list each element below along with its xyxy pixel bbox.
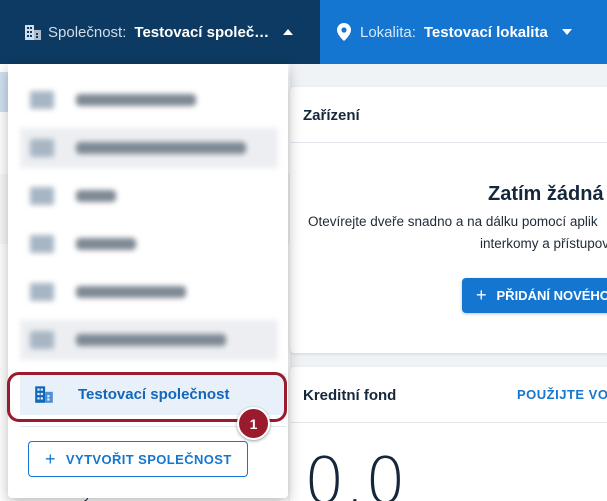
credit-card-header: Kreditní fond POUŽIJTE VO: [290, 367, 607, 423]
building-icon: [30, 331, 54, 349]
location-label: Lokalita:: [360, 23, 416, 41]
location-value: Testovací lokalita: [423, 23, 548, 41]
company-option-blurred[interactable]: [20, 272, 278, 312]
credit-title: Kreditní fond: [303, 387, 397, 404]
building-icon: [30, 187, 54, 205]
empty-state-title: Zatím žádná: [488, 183, 604, 205]
building-icon: [22, 21, 44, 43]
devices-title: Zařízení: [303, 107, 360, 124]
building-icon: [30, 235, 54, 253]
building-icon: [30, 283, 54, 301]
caret-down-icon: [561, 29, 572, 35]
credit-value: 0,0: [304, 445, 406, 501]
plus-icon: +: [45, 448, 56, 469]
company-option-blurred[interactable]: [20, 80, 278, 120]
map-pin-icon: [334, 22, 354, 42]
add-device-button[interactable]: + PŘIDÁNÍ NOVÉHO: [462, 278, 607, 313]
caret-up-icon: [283, 29, 294, 35]
company-value: Testovací společ…: [134, 23, 270, 41]
plus-icon: +: [476, 285, 487, 305]
step-badge: 1: [237, 407, 270, 440]
building-icon: [30, 139, 54, 157]
company-label: Společnost:: [48, 23, 127, 41]
company-switcher[interactable]: Společnost: Testovací společ…: [0, 0, 320, 64]
empty-state-text-2: interkomy a přístupov: [480, 236, 607, 251]
create-company-label: VYTVOŘIT SPOLEČNOST: [65, 451, 232, 467]
empty-state-text-1: Otevírejte dveře snadno a na dálku pomoc…: [308, 214, 598, 229]
use-voucher-link[interactable]: POUŽIJTE VO: [517, 387, 607, 402]
company-option-blurred[interactable]: [20, 128, 278, 168]
top-bar: Společnost: Testovací společ… Lokalita: …: [0, 0, 607, 64]
devices-card: Zařízení Zatím žádná Otevírejte dveře sn…: [290, 87, 607, 353]
devices-card-header: Zařízení: [290, 87, 607, 143]
add-device-label: PŘIDÁNÍ NOVÉHO: [496, 288, 607, 303]
location-switcher[interactable]: Lokalita: Testovací lokalita: [320, 0, 607, 64]
building-icon: [30, 91, 54, 109]
create-company-button[interactable]: + VYTVOŘIT SPOLEČNOST: [28, 441, 248, 477]
credit-card: Kreditní fond POUŽIJTE VO 0,0: [290, 367, 607, 501]
company-option-blurred[interactable]: [20, 224, 278, 264]
company-option-blurred[interactable]: [20, 176, 278, 216]
company-option-blurred[interactable]: [20, 320, 278, 360]
